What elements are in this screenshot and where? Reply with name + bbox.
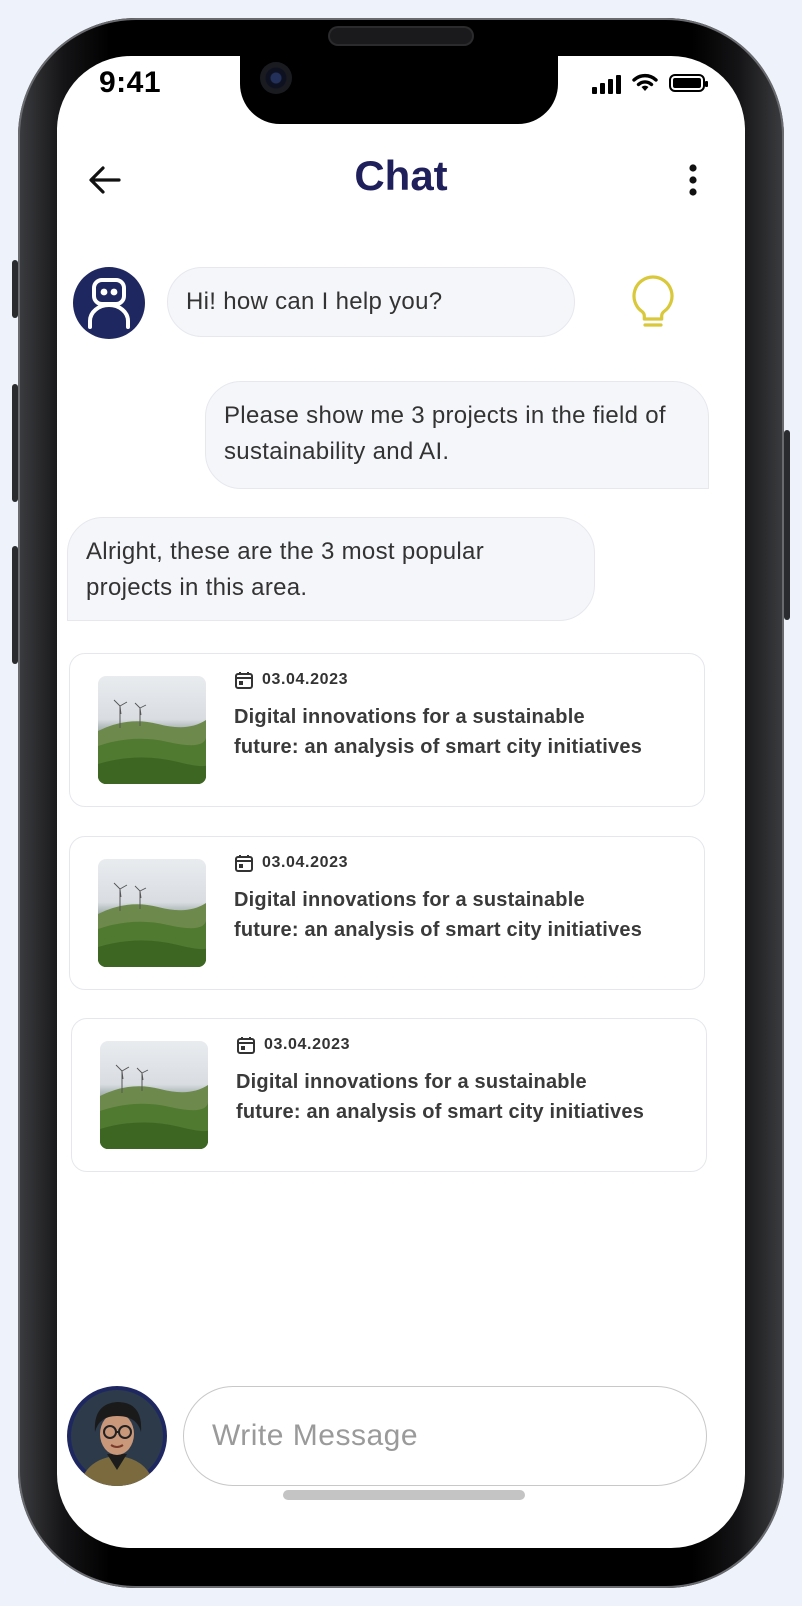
robot-icon	[88, 278, 130, 329]
status-time: 9:41	[99, 66, 162, 99]
project-title: Digital innovations for a sustainable fu…	[234, 889, 643, 941]
battery-icon	[669, 74, 708, 92]
project-date-row: 03.04.2023	[234, 670, 348, 690]
wifi-icon	[632, 73, 658, 91]
more-options-button[interactable]	[677, 158, 709, 202]
project-thumbnail	[100, 1041, 208, 1149]
status-icons	[592, 72, 708, 94]
project-date-row: 03.04.2023	[234, 853, 348, 873]
project-date: 03.04.2023	[264, 1036, 351, 1053]
more-vertical-icon	[689, 164, 697, 196]
user-avatar[interactable]	[67, 1386, 167, 1486]
project-date: 03.04.2023	[262, 854, 349, 871]
lightbulb-icon	[632, 275, 674, 327]
project-card[interactable]: 03.04.2023 Digital innovations for a sus…	[71, 1018, 707, 1172]
message-input[interactable]	[183, 1386, 707, 1486]
user-message: Please show me 3 projects in the field o…	[205, 381, 709, 489]
project-title: Digital innovations for a sustainable fu…	[236, 1071, 645, 1123]
project-card[interactable]: 03.04.2023 Digital innovations for a sus…	[69, 836, 705, 990]
home-indicator	[283, 1490, 525, 1500]
front-camera	[260, 62, 292, 94]
calendar-icon	[235, 672, 253, 689]
project-card[interactable]: 03.04.2023 Digital innovations for a sus…	[69, 653, 705, 807]
volume-down-button	[12, 546, 18, 664]
chat-header: Chat	[57, 148, 745, 208]
signal-icon	[592, 72, 621, 94]
bot-message: Alright, these are the 3 most popular pr…	[67, 517, 595, 621]
page-title: Chat	[354, 152, 448, 199]
project-thumbnail	[98, 676, 206, 784]
project-title: Digital innovations for a sustainable fu…	[234, 706, 643, 758]
bot-message: Hi! how can I help you?	[167, 267, 575, 337]
project-date: 03.04.2023	[262, 671, 349, 688]
calendar-icon	[237, 1037, 255, 1054]
idea-button[interactable]	[627, 274, 679, 334]
project-thumbnail	[98, 859, 206, 967]
power-button	[784, 430, 790, 620]
calendar-icon	[235, 855, 253, 872]
speaker-grille	[330, 28, 472, 44]
volume-up-button	[12, 384, 18, 502]
silent-switch	[12, 260, 18, 318]
app-screen: 9:41 Chat Hi! how can I help you? Please…	[57, 56, 745, 1548]
project-date-row: 03.04.2023	[236, 1035, 350, 1055]
bot-avatar	[73, 267, 145, 339]
